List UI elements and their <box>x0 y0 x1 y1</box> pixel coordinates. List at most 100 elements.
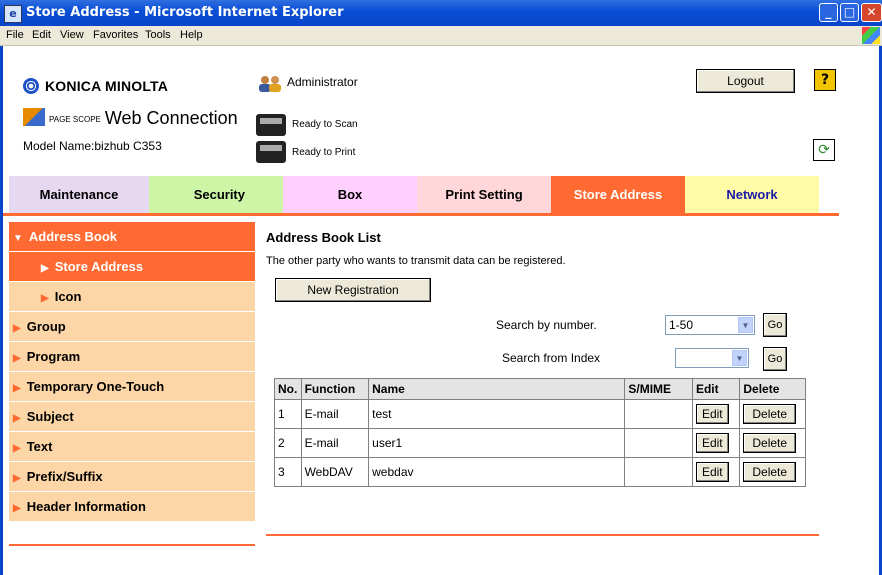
menu-tools[interactable]: Tools <box>145 29 171 41</box>
cell-no: 1 <box>274 399 302 429</box>
window-titlebar: e Store Address - Microsoft Internet Exp… <box>0 0 882 26</box>
sidebar-item-icon[interactable]: ▶ Icon <box>9 282 255 312</box>
edit-button[interactable]: Edit <box>695 462 729 482</box>
triangle-right-icon: ▶ <box>13 443 21 454</box>
delete-button[interactable]: Delete <box>743 404 797 424</box>
triangle-right-icon: ▶ <box>13 413 21 424</box>
sidebar-divider <box>9 544 255 546</box>
scan-status: Ready to Scan <box>292 119 358 130</box>
sidebar-item-label: Header Information <box>26 499 146 514</box>
windows-logo-icon <box>862 27 880 44</box>
tab-security[interactable]: Security <box>149 176 283 213</box>
scanner-icon <box>256 114 286 136</box>
sidebar-item-address-book[interactable]: ▼ Address Book <box>9 222 255 252</box>
triangle-right-icon: ▶ <box>13 323 21 334</box>
tab-box[interactable]: Box <box>283 176 417 213</box>
table-header-row: No. Function Name S/MIME Edit Delete <box>274 378 806 400</box>
search-number-value: 1-50 <box>669 318 694 332</box>
sidebar-item-store-address[interactable]: ▶ Store Address <box>9 252 255 282</box>
minimize-button[interactable]: _ <box>819 3 838 22</box>
cell-name: user1 <box>368 428 626 458</box>
menu-view[interactable]: View <box>60 29 84 41</box>
tab-store-address-label: Store Address <box>573 187 663 202</box>
sidebar-item-label: Group <box>26 319 66 334</box>
page-title: Address Book List <box>266 230 381 245</box>
menu-edit[interactable]: Edit <box>32 29 51 41</box>
tab-print-setting-label: Print Setting <box>445 187 523 202</box>
edit-button[interactable]: Edit <box>695 433 729 453</box>
tab-network[interactable]: Network <box>685 176 819 213</box>
search-index-select[interactable]: ▼ <box>675 348 749 368</box>
chevron-down-icon: ▼ <box>732 350 747 366</box>
cell-smime <box>624 428 693 458</box>
table-row: 3 WebDAV webdav Edit Delete <box>274 457 806 487</box>
go-number-button[interactable]: Go <box>763 313 787 337</box>
tab-print-setting[interactable]: Print Setting <box>417 176 551 213</box>
go-index-button[interactable]: Go <box>763 347 787 371</box>
print-status: Ready to Print <box>292 147 356 158</box>
sidebar-item-label: Address Book <box>28 229 118 244</box>
column-header-name: Name <box>368 378 626 400</box>
refresh-icon[interactable]: ⟳ <box>813 139 835 161</box>
cell-edit: Edit <box>691 399 741 429</box>
sidebar: ▼ Address Book ▶ Store Address ▶ Icon ▶ Grou… <box>9 222 255 522</box>
search-by-number-label: Search by number. <box>496 318 597 332</box>
cell-smime <box>624 399 693 429</box>
web-connection-logo: PAGE SCOPE Web Connection <box>23 108 238 129</box>
cell-delete: Delete <box>739 457 806 487</box>
triangle-right-icon: ▶ <box>41 263 49 274</box>
triangle-right-icon: ▶ <box>13 503 21 514</box>
close-button[interactable]: ✕ <box>861 3 882 22</box>
main-tabs: Maintenance Security Box Print Setting S… <box>3 176 879 213</box>
administrator-icon <box>259 76 281 92</box>
menu-file[interactable]: File <box>6 29 24 41</box>
triangle-right-icon: ▶ <box>13 473 21 484</box>
konica-logo-icon <box>23 78 39 94</box>
brand-name: KONICA MINOLTA <box>45 78 169 94</box>
sidebar-item-program[interactable]: ▶ Program <box>9 342 255 372</box>
sidebar-item-label: Icon <box>54 289 82 304</box>
cell-name: test <box>368 399 626 429</box>
cell-delete: Delete <box>739 399 806 429</box>
product-name: Web Connection <box>104 108 238 128</box>
triangle-right-icon: ▶ <box>13 383 21 394</box>
sidebar-item-label: Subject <box>26 409 74 424</box>
sidebar-item-label: Program <box>26 349 81 364</box>
tab-maintenance[interactable]: Maintenance <box>9 176 149 213</box>
cell-no: 2 <box>274 428 302 458</box>
sidebar-item-temporary-one-touch[interactable]: ▶ Temporary One-Touch <box>9 372 255 402</box>
cell-delete: Delete <box>739 428 806 458</box>
sidebar-item-header-information[interactable]: ▶ Header Information <box>9 492 255 522</box>
sidebar-item-subject[interactable]: ▶ Subject <box>9 402 255 432</box>
tab-store-address[interactable]: Store Address <box>551 176 685 213</box>
help-icon[interactable]: ? <box>814 69 836 91</box>
sidebar-item-label: Store Address <box>54 259 144 274</box>
window-title: Store Address - Microsoft Internet Explo… <box>26 5 344 20</box>
column-header-no: No. <box>274 378 302 400</box>
logout-button[interactable]: Logout <box>696 69 795 93</box>
sidebar-item-prefix-suffix[interactable]: ▶ Prefix/Suffix <box>9 462 255 492</box>
cell-edit: Edit <box>691 457 741 487</box>
sidebar-item-group[interactable]: ▶ Group <box>9 312 255 342</box>
tab-maintenance-label: Maintenance <box>39 187 119 202</box>
chevron-down-icon: ▼ <box>738 317 753 333</box>
edit-button[interactable]: Edit <box>695 404 729 424</box>
tab-box-label: Box <box>337 187 363 202</box>
delete-button[interactable]: Delete <box>743 433 797 453</box>
delete-button[interactable]: Delete <box>743 462 797 482</box>
cell-function: E-mail <box>300 399 370 429</box>
model-name: Model Name:bizhub C353 <box>23 139 162 153</box>
maximize-button[interactable]: □ <box>840 3 859 22</box>
cell-smime <box>624 457 693 487</box>
sidebar-item-text[interactable]: ▶ Text <box>9 432 255 462</box>
tab-network-label: Network <box>726 187 778 202</box>
konica-minolta-logo: KONICA MINOLTA <box>23 78 168 94</box>
menu-favorites[interactable]: Favorites <box>93 29 138 41</box>
search-number-select[interactable]: 1-50 ▼ <box>665 315 755 335</box>
menu-bar: File Edit View Favorites Tools Help <box>0 26 882 46</box>
ie-icon: e <box>4 5 22 23</box>
sidebar-item-label: Prefix/Suffix <box>26 469 103 484</box>
menu-help[interactable]: Help <box>180 29 203 41</box>
new-registration-button[interactable]: New Registration <box>275 278 431 302</box>
search-from-index-label: Search from Index <box>502 351 601 365</box>
